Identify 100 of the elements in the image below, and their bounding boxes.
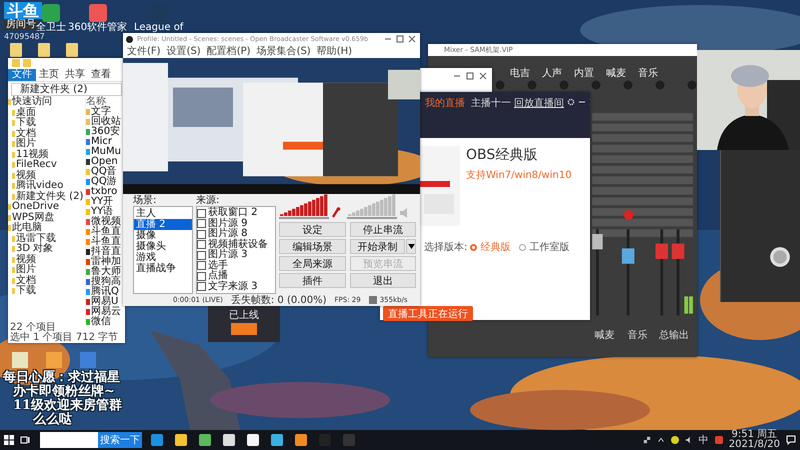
checkbox[interactable] (197, 219, 206, 228)
nav-item[interactable]: 11视频 (16, 150, 49, 160)
checkbox[interactable] (197, 208, 206, 218)
file-name[interactable]: YY开 (91, 197, 114, 207)
address-bar[interactable]: 新建文件夹 (2) (11, 83, 122, 96)
source-item[interactable]: 图片源 8 (208, 229, 248, 240)
ribbon-tab[interactable]: 查看 (88, 69, 114, 81)
notification-icon[interactable] (786, 435, 796, 445)
action-button[interactable]: 全局来源 (279, 256, 346, 271)
source-item[interactable]: 选手 (208, 260, 228, 271)
knob-icon[interactable] (769, 246, 791, 268)
clock-date[interactable]: 2021/8/20 (728, 440, 780, 450)
scene-item[interactable]: 游戏 (134, 252, 192, 263)
action-button[interactable]: 插件 (279, 273, 346, 288)
nav-item[interactable]: 腾讯video (16, 181, 64, 192)
settings-icon[interactable] (567, 98, 575, 106)
nav-item[interactable]: 视频 (16, 170, 36, 181)
file-name[interactable]: 抖音直 (91, 247, 121, 257)
nav-item[interactable]: 3D 对象 (16, 244, 54, 254)
nav-item[interactable]: 文档 (16, 128, 36, 139)
file-name[interactable]: 微视频 (91, 217, 121, 227)
ribbon-tab[interactable]: 主页 (36, 69, 62, 81)
file-name[interactable]: QQ音 (91, 167, 117, 177)
source-item[interactable]: 图片源 9 (208, 218, 248, 229)
scene-item[interactable]: 摄像头 (134, 241, 192, 252)
checkbox[interactable] (197, 240, 206, 250)
radio-label[interactable]: 工作室版 (529, 240, 570, 254)
nav-item[interactable]: 视频 (16, 254, 36, 265)
source-item[interactable]: 获取窗口 2 (208, 208, 258, 218)
radio-button[interactable] (470, 244, 478, 250)
menu-item[interactable]: 文件(F) (127, 45, 161, 58)
file-name[interactable]: txbro (91, 187, 118, 197)
nav-item[interactable]: 桌面 (16, 108, 36, 118)
menu-item[interactable]: 场景集合(S) (256, 45, 311, 58)
close-icon[interactable] (408, 35, 416, 43)
nav-item[interactable]: 文档 (16, 276, 36, 286)
menu-item[interactable]: 帮助(H) (316, 45, 352, 58)
file-name[interactable]: 腾讯Q (91, 287, 119, 297)
file-name[interactable]: 搜狗高 (91, 277, 121, 287)
checkbox[interactable] (197, 261, 206, 270)
nav-item[interactable]: 下载 (16, 118, 36, 128)
file-name[interactable]: 网易U (91, 297, 118, 307)
file-name[interactable]: 360安 (91, 127, 120, 137)
search-field[interactable] (40, 432, 98, 448)
dropdown-button[interactable] (406, 239, 416, 254)
file-name[interactable]: 回收站 (91, 117, 121, 127)
nav-item[interactable]: 快速访问 (12, 97, 52, 108)
ime-indicator[interactable]: 中 (698, 433, 709, 447)
file-name[interactable]: Open (91, 157, 118, 167)
scene-item[interactable]: 直播 2 (134, 219, 192, 230)
action-button[interactable]: 设定 (279, 222, 346, 237)
app-icon[interactable] (670, 436, 679, 444)
file-name[interactable]: 网易云 (91, 307, 121, 317)
clock-time[interactable]: 9:51 周五 (732, 430, 778, 440)
nav-item[interactable]: 图片 (16, 139, 36, 150)
nav-item[interactable]: 下载 (16, 286, 36, 296)
file-name[interactable]: QQ游 (91, 177, 117, 187)
scene-item[interactable]: 主人 (134, 208, 192, 219)
taskbar-app-icon[interactable] (247, 434, 259, 446)
nav-item[interactable]: 此电脑 (12, 223, 42, 234)
menu-item[interactable]: 配置档(P) (206, 45, 251, 58)
nav-item[interactable]: 迅雷下载 (16, 234, 56, 244)
source-item[interactable]: 视频捕获设备 (208, 240, 268, 250)
nav-item[interactable]: 新建文件夹 (2) (16, 192, 84, 202)
maximize-icon[interactable] (396, 35, 404, 43)
scene-item[interactable]: 直播战争 (134, 263, 192, 274)
checkbox[interactable] (197, 272, 206, 281)
close-icon[interactable] (479, 72, 487, 80)
menu-item[interactable]: 设置(S) (166, 45, 201, 58)
microphone-icon[interactable] (331, 207, 341, 219)
file-name[interactable]: 鲁大师 (91, 267, 121, 277)
taskbar-app-icon[interactable] (223, 434, 235, 446)
ribbon-tab[interactable]: 共享 (62, 69, 88, 81)
file-name[interactable]: MuMu (91, 147, 121, 157)
search-button[interactable]: 搜索一下 (98, 432, 142, 448)
source-item[interactable]: 图片源 3 (208, 250, 248, 260)
column-header[interactable]: 名称 (86, 97, 125, 107)
user-name[interactable]: 主播十一 (471, 96, 511, 110)
windows-icon[interactable] (4, 435, 14, 445)
file-name[interactable]: 雷神加 (91, 257, 121, 267)
run-button[interactable]: 直播工具正在运行 (383, 306, 473, 321)
scene-item[interactable]: 摄像 (134, 230, 192, 241)
source-item[interactable]: 文字来源 3 (208, 282, 258, 292)
action-button[interactable]: 开始录制 (350, 239, 405, 254)
source-item[interactable]: 点播 (208, 271, 228, 282)
file-name[interactable]: YY语 (91, 207, 114, 217)
header-link[interactable]: 回放直播间 (514, 96, 564, 110)
nav-item[interactable]: FileRecv (16, 160, 57, 170)
checkbox[interactable] (197, 250, 206, 260)
file-name[interactable]: 文字 (91, 107, 111, 117)
chevron-icon[interactable] (656, 436, 665, 444)
network-icon[interactable] (642, 436, 651, 444)
action-button[interactable]: 停止串流 (350, 222, 416, 237)
nav-item[interactable]: OneDrive (12, 202, 60, 212)
file-name[interactable]: 微信 (91, 317, 111, 327)
maximize-icon[interactable] (466, 72, 474, 80)
file-name[interactable]: Micr (91, 137, 112, 147)
radio-button[interactable] (519, 244, 526, 250)
task-view-icon[interactable] (20, 435, 30, 445)
checkbox[interactable] (197, 230, 206, 239)
